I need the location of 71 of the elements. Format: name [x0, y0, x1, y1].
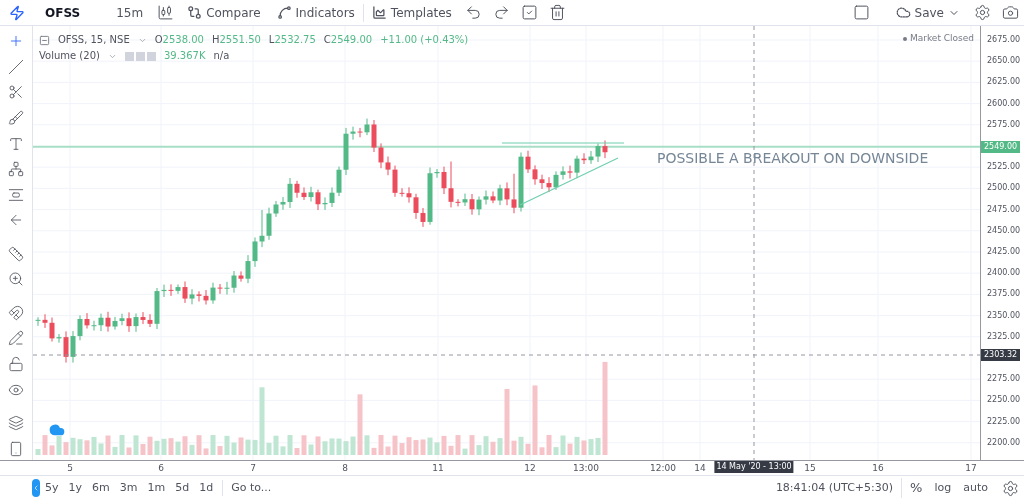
- price-tick: 2675.00: [987, 34, 1021, 46]
- price-tick: 2600.00: [987, 97, 1021, 110]
- price-tick: 2525.00: [987, 161, 1021, 174]
- chart-annotation: POSSIBLE A BREAKOUT ON DOWNSIDE: [657, 149, 929, 168]
- range-button[interactable]: 5d: [170, 479, 195, 497]
- time-tick: 8: [342, 462, 348, 475]
- volume-label: Volume (20): [39, 49, 100, 63]
- volume-value: 39.367K: [163, 49, 206, 63]
- time-tick: 14: [694, 462, 706, 475]
- time-tick: 16: [872, 462, 884, 475]
- crosshair-price-label: 2303.32: [981, 349, 1021, 361]
- crosshair-time-label: 14 May '20 - 13:00: [714, 461, 794, 473]
- lightning-logo-icon[interactable]: [8, 4, 25, 21]
- price-tick: 2250.00: [987, 394, 1021, 407]
- price-tick: 2225.00: [987, 415, 1021, 428]
- change-value: +11.00 (+0.43%): [380, 33, 469, 47]
- time-tick: 13:00: [573, 462, 599, 475]
- price-tick: 2500.00: [987, 182, 1021, 195]
- log-button[interactable]: log: [930, 479, 956, 497]
- price-tick: 2650.00: [987, 55, 1021, 68]
- ohlc-value: C2549.00: [323, 33, 373, 47]
- range-button[interactable]: 1d: [194, 479, 219, 497]
- compare-icon: [187, 5, 203, 20]
- collapse-button[interactable]: [32, 479, 40, 497]
- series-name: OFSS, 15, NSE: [58, 33, 130, 47]
- ohlc-value: O2538.00: [154, 33, 204, 47]
- cloud-icon[interactable]: [49, 422, 65, 438]
- price-tick: 2350.00: [987, 309, 1021, 322]
- ohlc-value: L2532.75: [268, 33, 316, 47]
- auto-button[interactable]: auto: [955, 479, 996, 497]
- price-tick: 2475.00: [987, 203, 1021, 216]
- range-button[interactable]: 3m: [114, 479, 143, 497]
- collapse-icon[interactable]: [39, 34, 50, 46]
- price-tick: 2200.00: [987, 436, 1021, 449]
- range-button[interactable]: 5y: [40, 479, 64, 497]
- time-tick: 7: [250, 462, 256, 475]
- time-tick: 12:00: [650, 462, 676, 475]
- goto-button[interactable]: Go to...: [222, 479, 280, 497]
- range-button[interactable]: 6m: [87, 479, 115, 497]
- time-tick: 6: [158, 462, 164, 475]
- market-status: Market Closed: [909, 32, 974, 45]
- time-tick: 17: [965, 462, 977, 475]
- price-tick: 2400.00: [987, 267, 1021, 280]
- ohlc-value: H2551.50: [211, 33, 261, 47]
- time-tick: 12: [524, 462, 536, 475]
- symbol-button[interactable]: OFSS: [33, 3, 93, 22]
- interval-button[interactable]: 15m: [108, 3, 152, 22]
- time-tick: 15: [804, 462, 816, 475]
- cloud-icon: [895, 5, 911, 20]
- save-button[interactable]: Save: [887, 3, 968, 22]
- time-tick: 11: [432, 462, 444, 475]
- percent-button[interactable]: %: [901, 478, 931, 498]
- clock: 18:41:04 (UTC+5:30): [774, 479, 895, 496]
- indicators-button[interactable]: Indicators: [268, 3, 363, 22]
- templates-button[interactable]: Templates: [362, 3, 460, 22]
- range-button[interactable]: 1m: [142, 479, 171, 497]
- area-chart-icon: [371, 5, 387, 20]
- curve-icon: [276, 5, 292, 20]
- compare-button[interactable]: Compare: [179, 3, 269, 22]
- last-price-label: 2549.00: [981, 140, 1021, 153]
- price-tick: 2325.00: [987, 330, 1021, 343]
- price-tick: 2625.00: [987, 76, 1021, 89]
- price-tick: 2375.00: [987, 288, 1021, 301]
- price-tick: 2275.00: [987, 373, 1021, 386]
- price-tick: 2425.00: [987, 246, 1021, 258]
- price-tick: 2575.00: [987, 118, 1021, 131]
- range-button[interactable]: 1y: [63, 479, 88, 497]
- volume-ma-value: n/a: [213, 49, 230, 63]
- price-tick: 2450.00: [987, 224, 1021, 237]
- time-tick: 5: [67, 462, 73, 475]
- chevron-left-icon: [32, 484, 40, 492]
